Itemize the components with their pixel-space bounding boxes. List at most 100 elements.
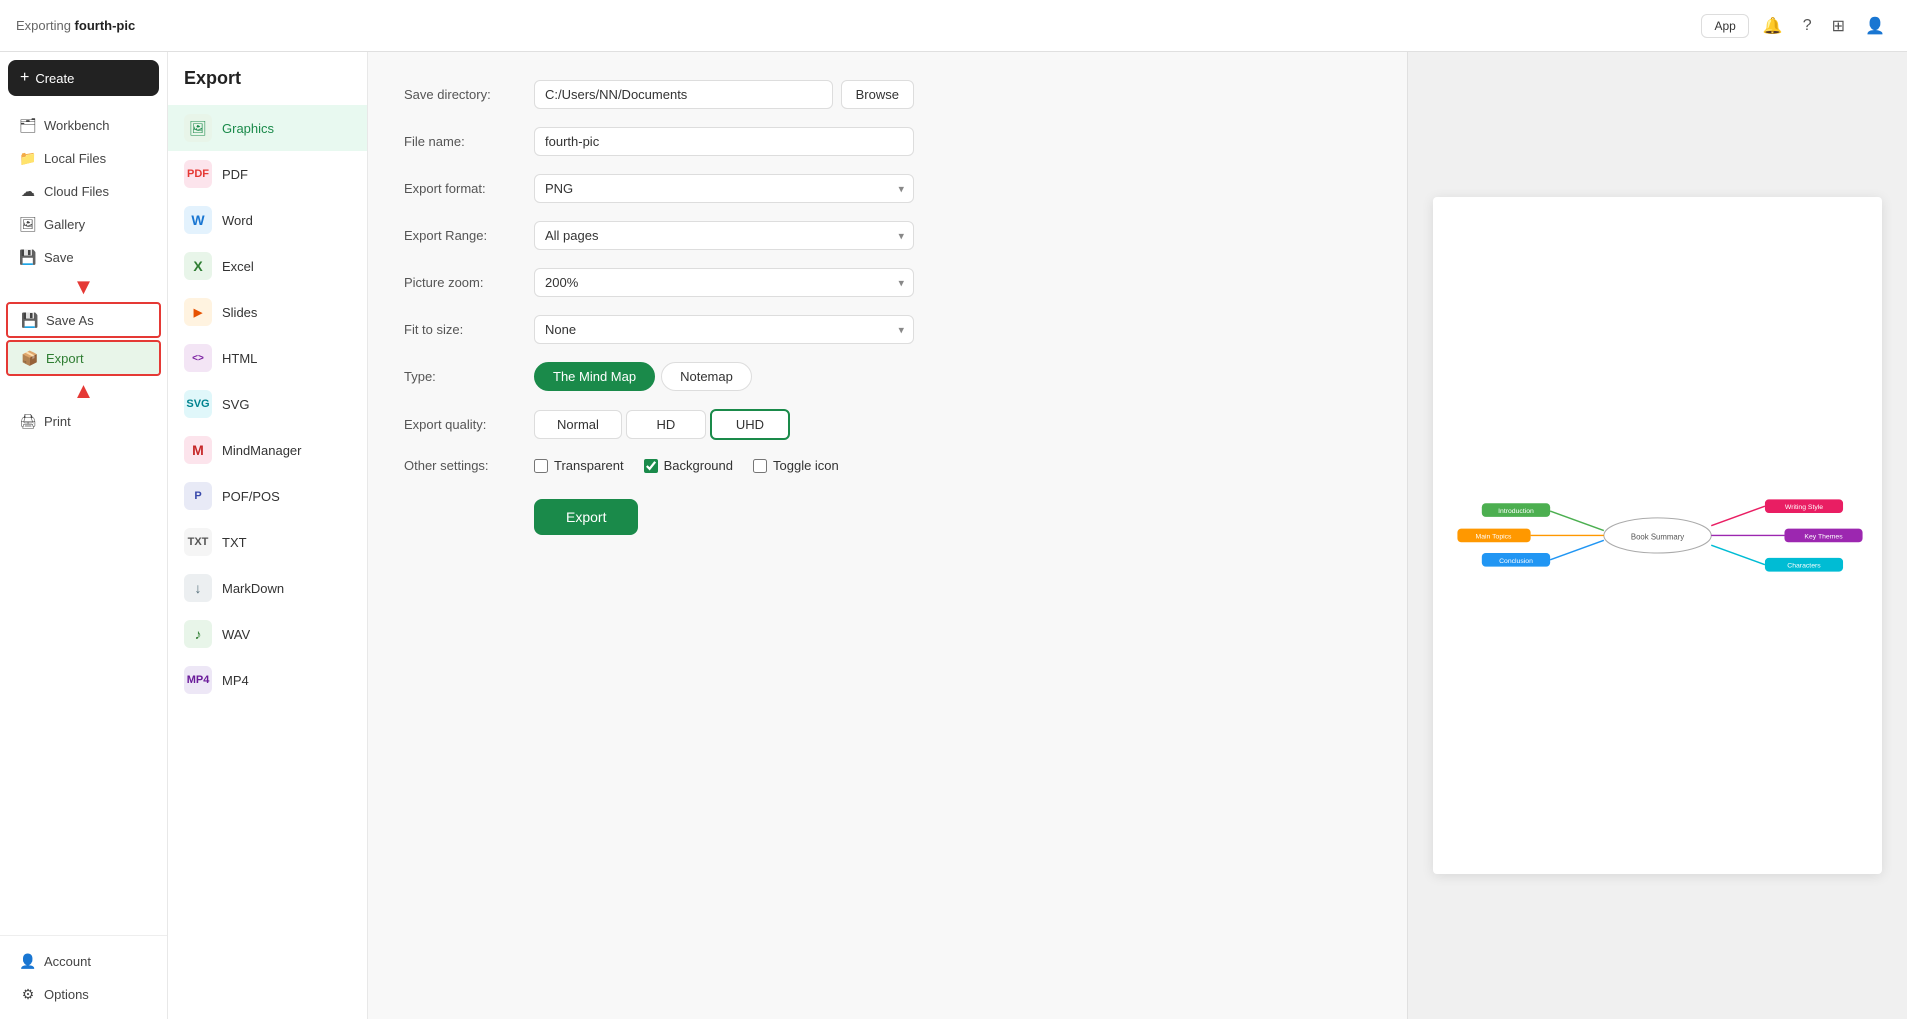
other-settings-label: Other settings: [404,458,534,473]
type-buttons: The Mind Map Notemap [534,362,752,391]
excel-icon: X [184,252,212,280]
user-icon[interactable]: 👤 [1859,12,1891,40]
fit-to-size-select[interactable]: None A4 A3 Letter [534,315,914,344]
file-name-input[interactable] [534,127,914,156]
quality-normal-button[interactable]: Normal [534,410,622,439]
background-checkbox[interactable] [644,459,658,473]
arrow-up-icon: ▲ [73,378,95,403]
toggle-icon-checkbox[interactable] [753,459,767,473]
type-notemap-button[interactable]: Notemap [661,362,752,391]
html-icon: <> [184,344,212,372]
format-item-svg[interactable]: SVG SVG [168,381,367,427]
other-settings-row: Other settings: Transparent Background T… [404,458,1371,473]
sidebar: + Create 🗂 Workbench 📁 Local Files ☁ Clo… [0,52,168,1019]
create-button[interactable]: + Create [8,60,159,96]
type-row: Type: The Mind Map Notemap [404,362,1371,391]
export-quality-label: Export quality: [404,417,534,432]
fit-to-size-label: Fit to size: [404,322,534,337]
options-icon: ⚙ [20,986,36,1002]
sidebar-item-print[interactable]: 🖨 Print [6,405,161,437]
app-button[interactable]: App [1701,14,1748,38]
export-format-row: Export format: PNG JPG BMP TIFF ▾ [404,174,1371,203]
account-icon: 👤 [20,953,36,969]
workbench-icon: 🗂 [20,117,36,133]
format-item-markdown[interactable]: ↓ MarkDown [168,565,367,611]
sidebar-item-save-as[interactable]: 💾 Save As [6,302,161,338]
sidebar-item-workbench[interactable]: 🗂 Workbench [6,109,161,141]
format-item-html[interactable]: <> HTML [168,335,367,381]
picture-zoom-row: Picture zoom: 100% 150% 200% 300% ▾ [404,268,1371,297]
picture-zoom-select[interactable]: 100% 150% 200% 300% [534,268,914,297]
format-item-wav[interactable]: ♪ WAV [168,611,367,657]
mp4-icon: MP4 [184,666,212,694]
format-item-slides[interactable]: ▶ Slides [168,289,367,335]
type-label: Type: [404,369,534,384]
toggle-icon-checkbox-label[interactable]: Toggle icon [753,458,839,473]
format-item-graphics[interactable]: 🖼 Graphics [168,105,367,151]
transparent-checkbox-label[interactable]: Transparent [534,458,624,473]
preview-panel: Book Summary Introduction Main Topics Co… [1407,52,1907,1019]
pdf-icon: PDF [184,160,212,188]
format-item-excel[interactable]: X Excel [168,243,367,289]
sidebar-item-local-files[interactable]: 📁 Local Files [6,142,161,174]
quality-hd-button[interactable]: HD [626,410,706,439]
browse-button[interactable]: Browse [841,80,914,109]
format-item-pof[interactable]: P POF/POS [168,473,367,519]
sidebar-item-gallery[interactable]: 🖼 Gallery [6,208,161,240]
format-item-pdf[interactable]: PDF PDF [168,151,367,197]
sidebar-item-options[interactable]: ⚙ Options [6,978,161,1010]
print-icon: 🖨 [20,413,36,429]
fit-to-size-row: Fit to size: None A4 A3 Letter ▾ [404,315,1371,344]
content-area: Export 🖼 Graphics PDF PDF W Word X Excel… [168,52,1907,1019]
svg-text:Conclusion: Conclusion [1499,558,1533,565]
sidebar-item-save[interactable]: 💾 Save [6,241,161,273]
svg-text:Characters: Characters [1787,563,1821,570]
picture-zoom-select-wrap: 100% 150% 200% 300% ▾ [534,268,914,297]
sidebar-bottom: 👤 Account ⚙ Options [0,935,167,1019]
svg-text:Main Topics: Main Topics [1476,533,1513,540]
fit-to-size-select-wrap: None A4 A3 Letter ▾ [534,315,914,344]
arrow-down-container: ▼ [0,274,167,300]
markdown-icon: ↓ [184,574,212,602]
transparent-checkbox[interactable] [534,459,548,473]
gallery-icon: 🖼 [20,216,36,232]
format-item-mp4[interactable]: MP4 MP4 [168,657,367,703]
slides-icon: ▶ [184,298,212,326]
sidebar-item-account[interactable]: 👤 Account [6,945,161,977]
arrow-up-container: ▲ [0,378,167,404]
checkbox-group: Transparent Background Toggle icon [534,458,839,473]
export-quality-row: Export quality: Normal HD UHD [404,409,1371,440]
format-panel: Export 🖼 Graphics PDF PDF W Word X Excel… [168,52,368,1019]
quality-uhd-button[interactable]: UHD [710,409,790,440]
grid-icon[interactable]: ⊞ [1826,12,1851,40]
topbar: Exporting fourth-pic App 🔔 ? ⊞ 👤 [0,0,1907,52]
format-item-txt[interactable]: TXT TXT [168,519,367,565]
topbar-actions: App 🔔 ? ⊞ 👤 [1701,12,1891,40]
mind-map-preview: Book Summary Introduction Main Topics Co… [1433,197,1882,874]
quality-buttons: Normal HD UHD [534,409,790,440]
export-format-select[interactable]: PNG JPG BMP TIFF [534,174,914,203]
preview-image: Book Summary Introduction Main Topics Co… [1433,197,1882,874]
type-mind-map-button[interactable]: The Mind Map [534,362,655,391]
format-item-mindmanager[interactable]: M MindManager [168,427,367,473]
format-item-word[interactable]: W Word [168,197,367,243]
txt-icon: TXT [184,528,212,556]
folder-icon: 📁 [20,150,36,166]
bell-icon[interactable]: 🔔 [1757,12,1789,40]
save-directory-input-group: Browse [534,80,914,109]
picture-zoom-label: Picture zoom: [404,275,534,290]
svg-text:Writing Style: Writing Style [1785,504,1823,511]
sidebar-nav: 🗂 Workbench 📁 Local Files ☁ Cloud Files … [0,104,167,935]
arrow-down-icon: ▼ [73,274,95,299]
export-range-select[interactable]: All pages Current page Selected area [534,221,914,250]
sidebar-top: + Create [0,52,167,104]
save-directory-input[interactable] [534,80,833,109]
export-format-label: Export format: [404,181,534,196]
export-icon: 📦 [22,350,38,366]
sidebar-item-cloud-files[interactable]: ☁ Cloud Files [6,175,161,207]
cloud-icon: ☁ [20,183,36,199]
background-checkbox-label[interactable]: Background [644,458,733,473]
export-button[interactable]: Export [534,499,638,535]
sidebar-item-export[interactable]: 📦 Export [6,340,161,376]
help-icon[interactable]: ? [1797,13,1818,39]
